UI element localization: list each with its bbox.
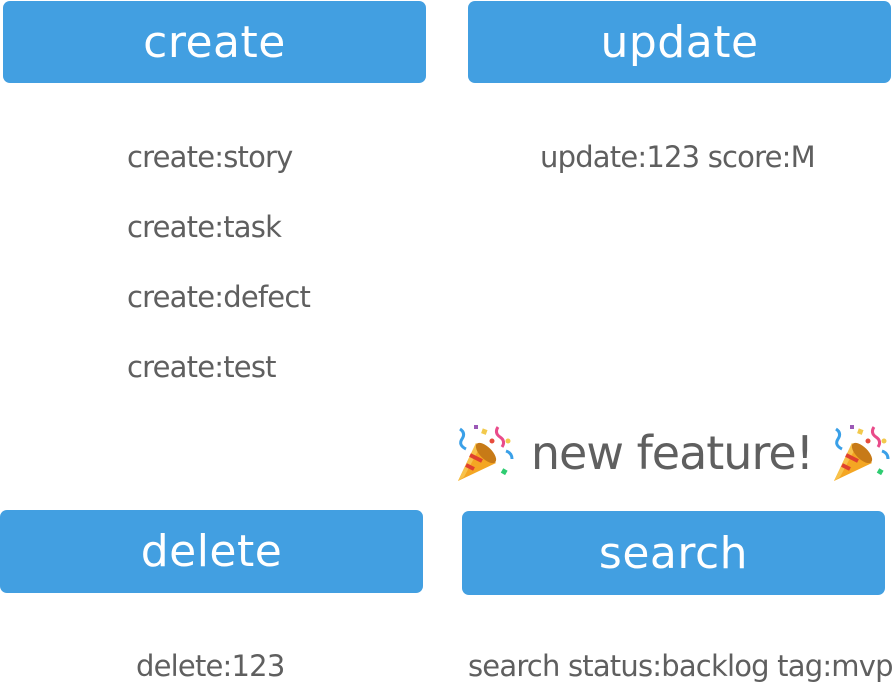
delete-example: delete:123 — [136, 649, 285, 683]
create-example-task: create:task — [127, 210, 282, 244]
new-feature-banner: new feature! — [452, 420, 892, 486]
create-example-defect: create:defect — [127, 280, 311, 314]
delete-button[interactable]: delete — [0, 510, 423, 593]
update-example: update:123 score:M — [540, 140, 816, 174]
create-button[interactable]: create — [3, 1, 426, 83]
create-example-test: create:test — [127, 350, 277, 384]
search-button[interactable]: search — [462, 511, 885, 595]
create-example-story: create:story — [127, 140, 293, 174]
search-example: search status:backlog tag:mvp — [468, 649, 894, 683]
new-feature-text: new feature! — [530, 426, 814, 480]
update-button[interactable]: update — [468, 1, 891, 83]
party-popper-icon — [458, 425, 514, 481]
party-popper-icon — [834, 425, 890, 481]
